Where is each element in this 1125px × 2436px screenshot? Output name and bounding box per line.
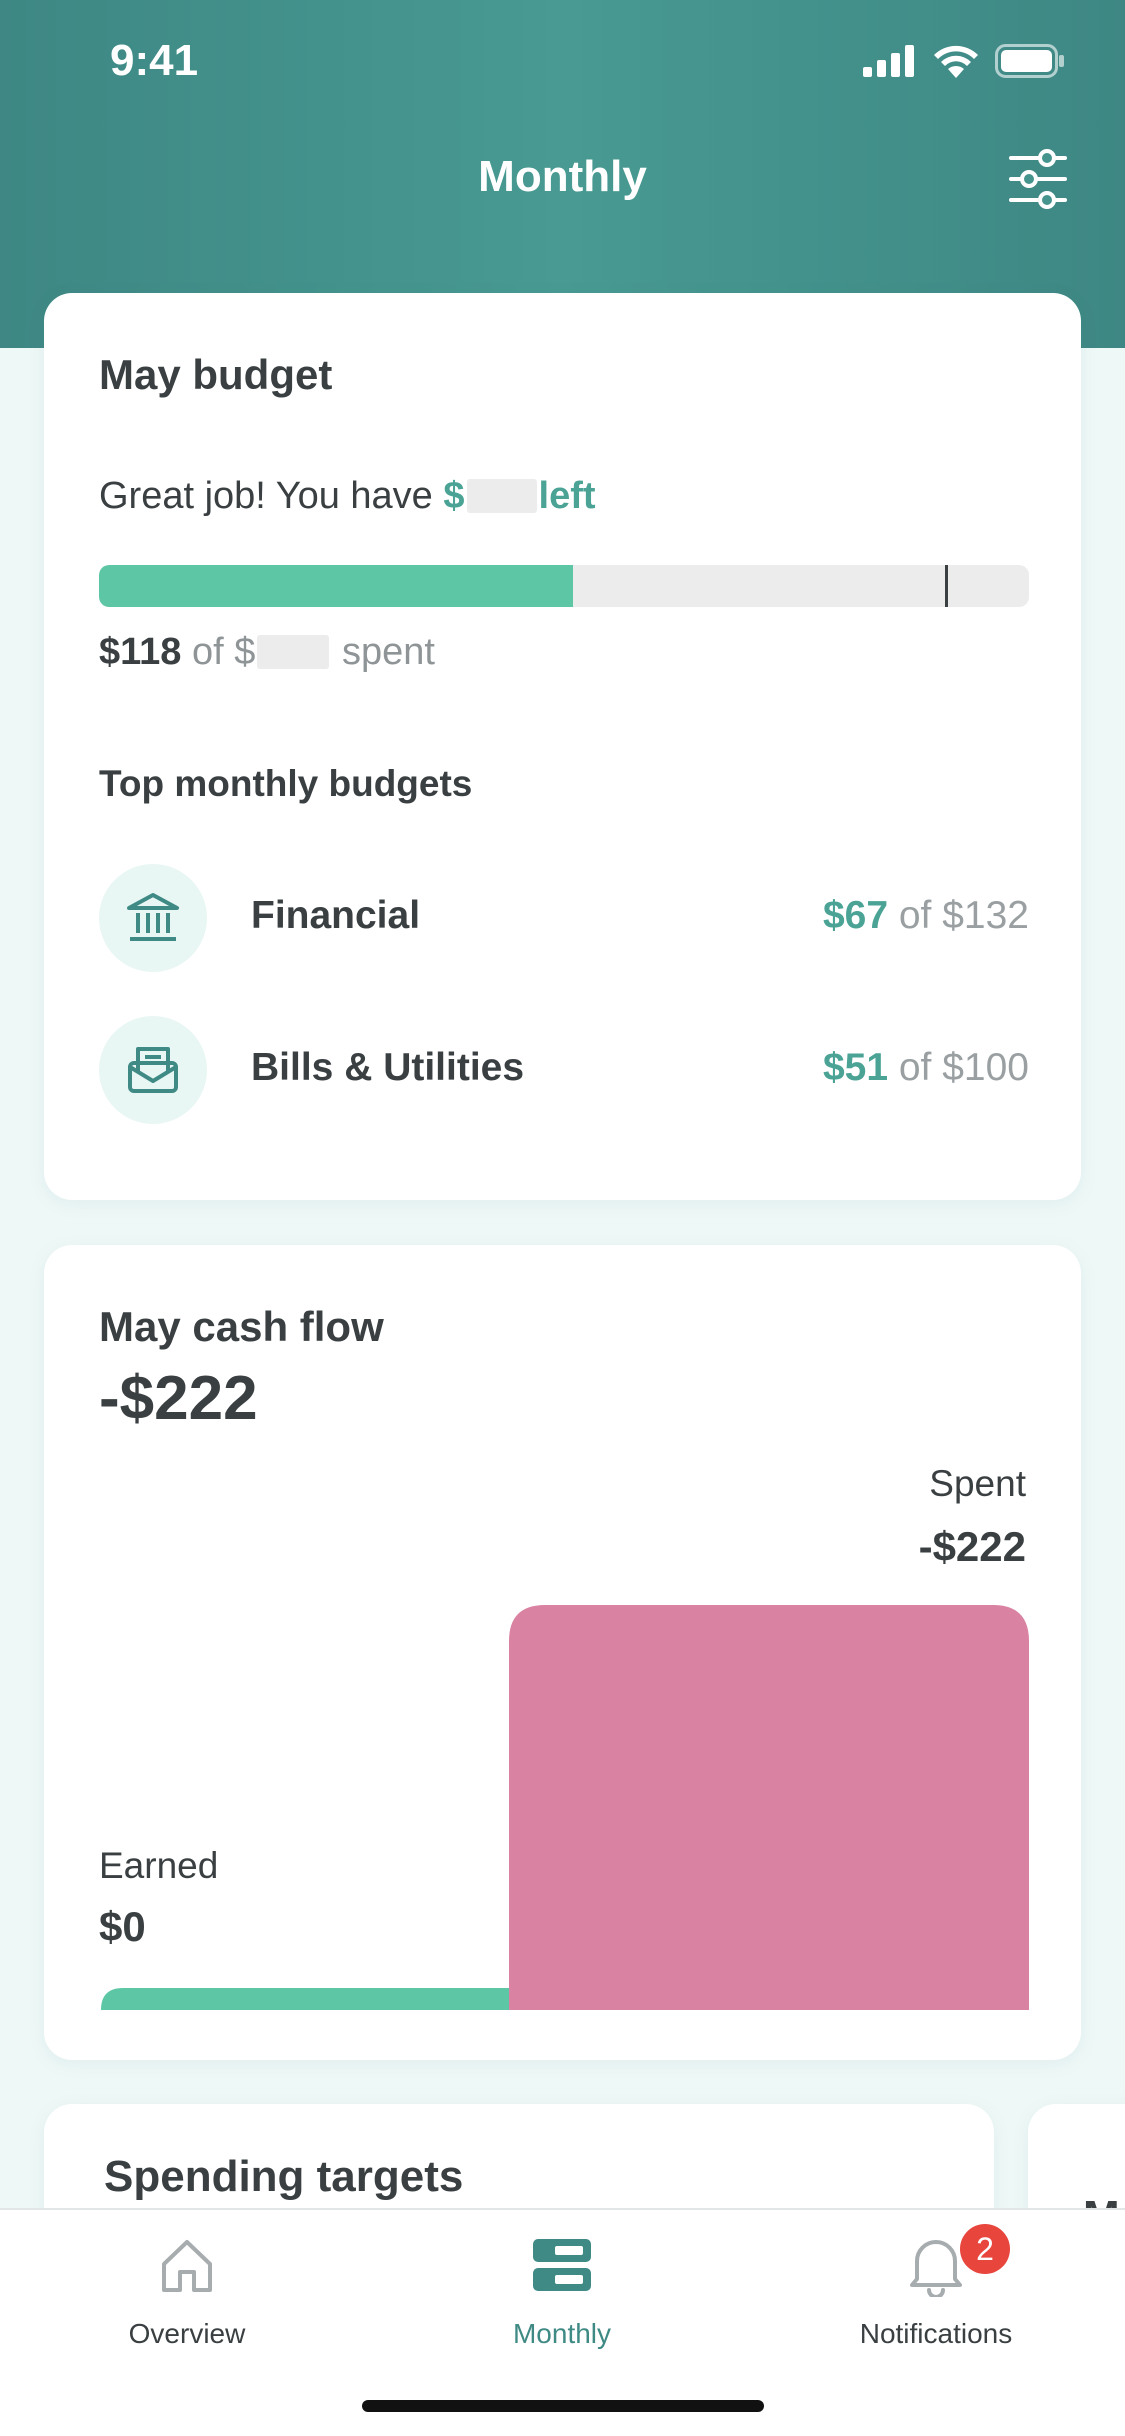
budget-item-amount: $67 of $132 bbox=[823, 894, 1029, 938]
budget-progress-marker bbox=[945, 565, 949, 607]
bank-icon bbox=[127, 893, 179, 941]
tab-overview-icon-wrap bbox=[37, 2230, 337, 2300]
cash-flow-card[interactable]: May cash flow -$222 Spent -$222 Earned $… bbox=[44, 1245, 1081, 2060]
budget-message: Great job! You have $ left bbox=[99, 475, 596, 518]
budget-item-label: Financial bbox=[251, 894, 421, 937]
notification-badge: 2 bbox=[960, 2224, 1010, 2274]
earned-bar bbox=[101, 1988, 509, 2010]
redacted-amount bbox=[466, 479, 537, 513]
tab-monthly[interactable]: Monthly bbox=[412, 2230, 712, 2350]
cash-flow-title: May cash flow bbox=[99, 1303, 384, 1350]
budget-item-total: of $100 bbox=[888, 1046, 1029, 1089]
budget-left-suffix: left bbox=[538, 475, 596, 517]
budget-item-spent: $67 bbox=[822, 894, 889, 937]
budget-progress-fill bbox=[99, 565, 574, 607]
page-title: Monthly bbox=[478, 152, 647, 201]
battery-icon bbox=[995, 44, 1064, 78]
monthly-icon bbox=[533, 2239, 591, 2291]
status-time: 9:41 bbox=[110, 36, 199, 85]
tab-label: Monthly bbox=[512, 2318, 612, 2349]
tab-overview[interactable]: Overview bbox=[37, 2230, 337, 2350]
budget-item-financial[interactable]: Financial $67 of $132 bbox=[99, 864, 1029, 972]
budget-message-text: Great job! You have bbox=[99, 475, 444, 517]
budget-item-bills-utilities[interactable]: Bills & Utilities $51 of $100 bbox=[99, 1016, 1029, 1124]
budget-item-label: Bills & Utilities bbox=[251, 1046, 525, 1089]
spent-label: Spent bbox=[929, 1463, 1026, 1504]
budget-spent-amount: $118 bbox=[99, 631, 182, 673]
bills-icon-circle bbox=[99, 1016, 207, 1124]
spent-bar bbox=[509, 1605, 1029, 2010]
tab-label: Overview bbox=[128, 2318, 246, 2349]
budget-spent-suffix: spent bbox=[331, 631, 435, 673]
home-indicator bbox=[362, 2400, 764, 2412]
redacted-amount bbox=[257, 635, 330, 669]
cash-flow-amount: -$222 bbox=[99, 1364, 258, 1433]
budget-spent-summary: $118 of $ spent bbox=[99, 631, 435, 674]
status-icons bbox=[863, 44, 1065, 78]
bell-icon bbox=[910, 2240, 962, 2297]
filter-button[interactable] bbox=[1007, 148, 1069, 210]
top-budgets-heading: Top monthly budgets bbox=[99, 763, 473, 804]
budget-card[interactable]: May budget Great job! You have $ left $11… bbox=[44, 293, 1081, 1200]
budget-spent-of: of $ bbox=[181, 631, 256, 673]
bills-envelope-icon bbox=[128, 1047, 178, 1093]
financial-icon-circle bbox=[99, 864, 207, 972]
budget-item-spent: $51 bbox=[822, 1046, 889, 1089]
monthly-screen: 9:41 Monthly May budget Great job! You h… bbox=[0, 0, 1125, 2436]
sliders-icon bbox=[1009, 149, 1067, 209]
tab-label: Notifications bbox=[859, 2318, 1013, 2349]
budget-title: May budget bbox=[99, 351, 333, 398]
cash-flow-chart bbox=[101, 1605, 1029, 2010]
budget-left-amount: $ left bbox=[443, 475, 595, 517]
spent-value: -$222 bbox=[918, 1523, 1026, 1570]
budget-item-total: of $132 bbox=[888, 894, 1029, 937]
budget-item-amount: $51 of $100 bbox=[823, 1046, 1029, 1090]
tab-notifications-icon-wrap: 2 bbox=[786, 2224, 1086, 2300]
wifi-icon bbox=[934, 45, 978, 78]
tab-notifications[interactable]: 2 Notifications bbox=[786, 2224, 1086, 2350]
budget-left-currency: $ bbox=[443, 475, 465, 517]
home-icon bbox=[162, 2240, 212, 2292]
tab-monthly-icon-wrap bbox=[412, 2230, 712, 2300]
spending-targets-title: Spending targets bbox=[104, 2152, 464, 2201]
budget-progress-bar bbox=[99, 565, 1029, 607]
cellular-signal-icon bbox=[863, 45, 914, 77]
